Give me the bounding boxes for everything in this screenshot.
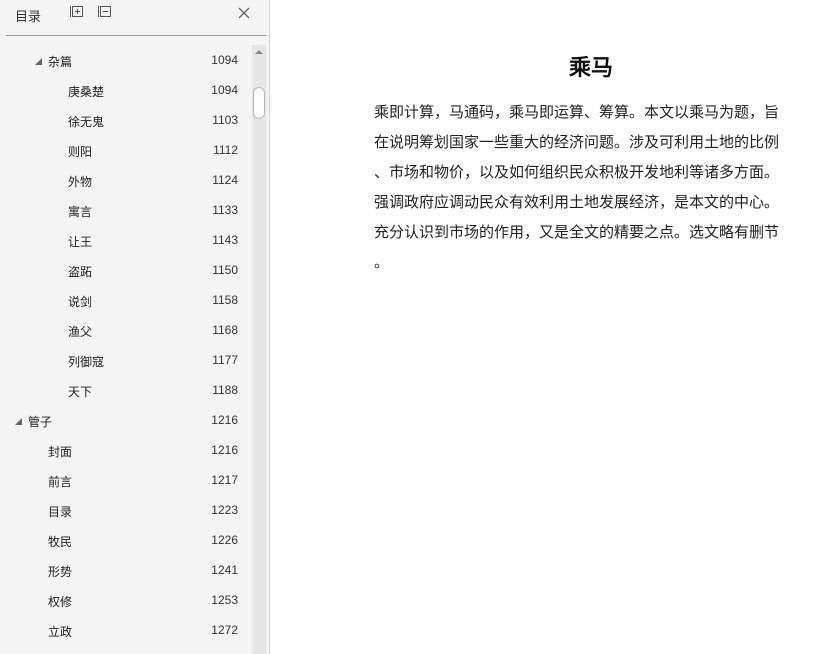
doc-line: 。 (374, 253, 390, 271)
toc-item-page: 1216 (211, 443, 238, 457)
toc-item-label: 立政 (48, 625, 73, 639)
toc-item-label: 则阳 (68, 145, 93, 159)
toc-item-page: 1094 (211, 83, 238, 97)
toc-item-page: 1241 (211, 563, 238, 577)
toc-item[interactable]: 徐无鬼 1103 (0, 105, 252, 135)
toc-divider (6, 35, 266, 36)
toc-item-label: 寓言 (68, 205, 93, 219)
toc-header: 目录 (0, 0, 269, 30)
toc-item-label: 说剑 (68, 295, 93, 309)
toc-item[interactable]: 天下 1188 (0, 375, 252, 405)
toc-item-label: 封面 (48, 445, 73, 459)
toc-item-page: 1253 (211, 593, 238, 607)
toc-item-page: 1216 (211, 413, 238, 427)
toc-item[interactable]: 渔父 1168 (0, 315, 252, 345)
toc-item-label: 前言 (48, 475, 73, 489)
toc-item-label: 盗跖 (68, 265, 93, 279)
toc-item[interactable]: 牧民 1226 (0, 525, 252, 555)
toc-item[interactable]: 则阳 1112 (0, 135, 252, 165)
toc-title: 目录 (15, 10, 42, 25)
toc-item[interactable]: 管子 1216 (0, 405, 252, 435)
toc-item[interactable]: 立政 1272 (0, 615, 252, 645)
toc-item-label: 外物 (68, 175, 93, 189)
toc-item-page: 1133 (212, 203, 238, 217)
doc-line: 强调政府应调动民众有效利用土地发展经济，是本文的中心。 (374, 193, 780, 211)
toc-item[interactable]: 封面 1216 (0, 435, 252, 465)
toc-item-page: 1177 (212, 353, 238, 367)
toc-item-label: 让王 (68, 235, 93, 249)
toc-item-label: 权修 (48, 595, 73, 609)
toc-item-page: 1094 (211, 53, 238, 67)
toc-list: 杂篇 1094 庚桑楚 1094 徐无鬼 1103 则阳 1112 外物 1124 寓言 1133 让王… (0, 45, 252, 654)
doc-line: 充分认识到市场的作用，又是全文的精要之点。选文略有删节 (374, 223, 780, 241)
toc-item[interactable]: 让王 1143 (0, 225, 252, 255)
toc-item-label: 庚桑楚 (68, 85, 105, 99)
toc-item-page: 1112 (213, 143, 238, 157)
collapse-all-icon[interactable] (97, 4, 113, 20)
toc-item-page: 1226 (211, 533, 238, 547)
document-page: 乘马 乘即计算，马通码，乘马即运算、筹算。本文以乘马为题，旨 在说明筹划国家一些重… (278, 0, 832, 654)
doc-line: 在说明筹划国家一些重大的经济问题。涉及可利用土地的比例 (374, 133, 780, 151)
toc-item[interactable]: 前言 1217 (0, 465, 252, 495)
expanded-triangle-icon[interactable] (34, 55, 43, 65)
doc-line: 、市场和物价，以及如何组织民众积极开发地利等诸多方面。 (374, 163, 780, 181)
toc-item-page: 1158 (212, 293, 238, 307)
toc-item[interactable]: 形势 1241 (0, 555, 252, 585)
expand-all-icon[interactable] (69, 4, 85, 20)
reader-window: 目录 杂篇 1094 庚桑楚 1094 徐无鬼 1103 则阳 1112 外物 … (0, 0, 832, 654)
toc-item-page: 1143 (212, 233, 238, 247)
toc-item-page: 1168 (212, 323, 238, 337)
toc-panel: 目录 杂篇 1094 庚桑楚 1094 徐无鬼 1103 则阳 1112 外物 … (0, 0, 270, 654)
doc-title: 乘马 (568, 55, 613, 81)
toc-item-page: 1103 (212, 113, 238, 127)
toc-item-page: 1272 (211, 623, 238, 637)
toc-item-page: 1124 (212, 173, 238, 187)
toc-item-label: 牧民 (48, 535, 73, 549)
toc-item-label: 形势 (48, 565, 73, 579)
toc-item[interactable] (0, 645, 252, 654)
toc-item-page: 1217 (211, 473, 238, 487)
scroll-up-arrow-icon[interactable] (255, 50, 263, 54)
toc-item-label: 杂篇 (48, 55, 73, 69)
toc-item[interactable]: 盗跖 1150 (0, 255, 252, 285)
toc-scrollbar[interactable] (252, 45, 266, 654)
toc-item[interactable]: 庚桑楚 1094 (0, 75, 252, 105)
toc-item[interactable]: 说剑 1158 (0, 285, 252, 315)
toc-item[interactable]: 杂篇 1094 (0, 45, 252, 75)
scroll-thumb[interactable] (253, 87, 265, 119)
toc-item[interactable]: 列御寇 1177 (0, 345, 252, 375)
doc-line: 乘即计算，马通码，乘马即运算、筹算。本文以乘马为题，旨 (374, 103, 780, 121)
toc-item[interactable]: 寓言 1133 (0, 195, 252, 225)
toc-item-label: 列御寇 (68, 355, 105, 369)
expanded-triangle-icon[interactable] (14, 415, 23, 425)
toc-item-page: 1223 (211, 503, 238, 517)
close-icon[interactable] (237, 5, 253, 21)
toc-item[interactable]: 外物 1124 (0, 165, 252, 195)
toc-item-label: 目录 (48, 505, 73, 519)
toc-item-page: 1188 (212, 383, 238, 397)
toc-item-label: 天下 (68, 385, 93, 399)
doc-body: 乘即计算，马通码，乘马即运算、筹算。本文以乘马为题，旨 在说明筹划国家一些重大的经… (374, 97, 814, 277)
toc-item[interactable]: 目录 1223 (0, 495, 252, 525)
toc-item-label: 渔父 (68, 325, 93, 339)
toc-item-label: 管子 (28, 415, 53, 429)
toc-item-page: 1150 (212, 263, 238, 277)
toc-item-label: 徐无鬼 (68, 115, 105, 129)
toc-item[interactable]: 权修 1253 (0, 585, 252, 615)
